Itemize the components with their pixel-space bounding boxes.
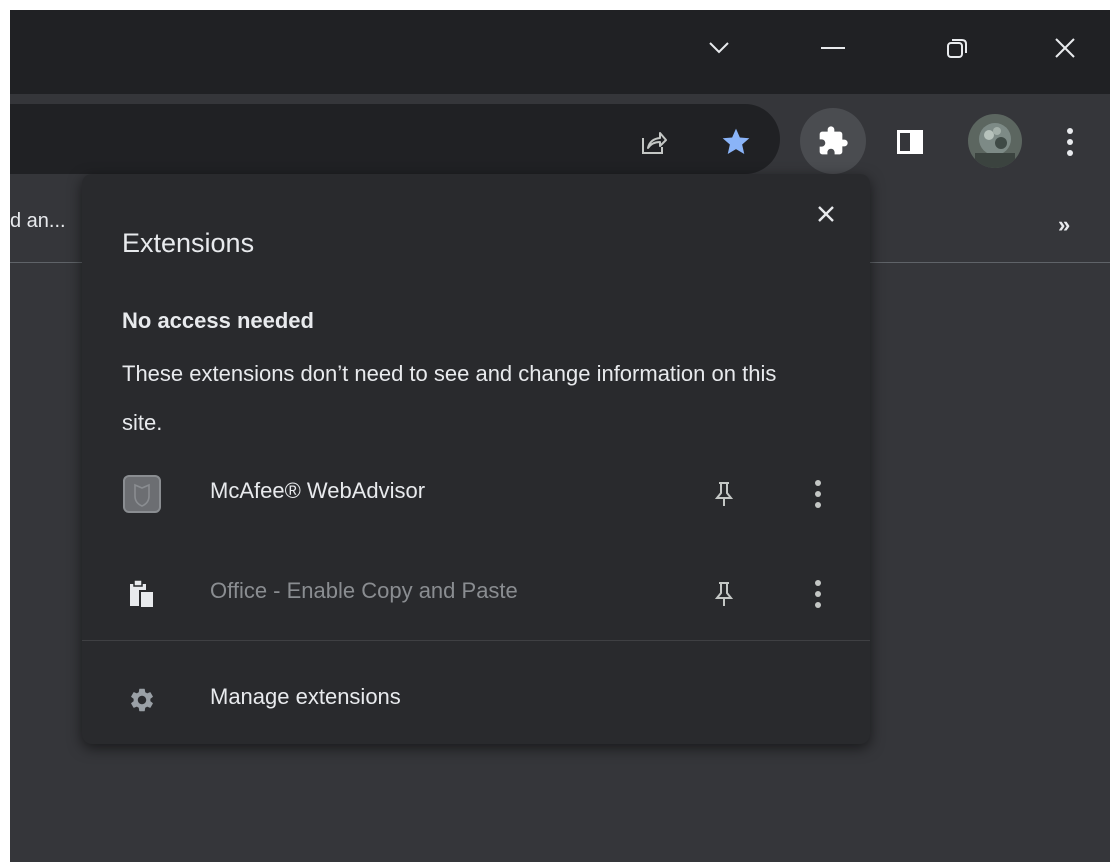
- restore-button[interactable]: [934, 24, 980, 72]
- extension-name: Office - Enable Copy and Paste: [210, 578, 518, 603]
- more-vertical-icon: [815, 480, 821, 508]
- pin-icon: [715, 482, 733, 506]
- extension-name: McAfee® WebAdvisor: [210, 478, 426, 503]
- manage-extensions-label: Manage extensions: [210, 684, 401, 709]
- share-button[interactable]: [634, 122, 674, 162]
- extensions-puzzle-icon: [819, 126, 848, 155]
- extensions-menu: Extensions No access needed These extens…: [82, 174, 870, 744]
- clipboard-paste-icon: [120, 572, 164, 616]
- extension-item-mcafee[interactable]: McAfee® WebAdvisor: [82, 462, 870, 522]
- mcafee-shield-icon: [120, 472, 164, 516]
- pin-icon: [715, 582, 733, 606]
- more-vertical-icon: [815, 580, 821, 608]
- browser-menu-button[interactable]: [1050, 122, 1090, 162]
- gear-icon: [120, 678, 164, 722]
- side-panel-button[interactable]: [890, 122, 930, 162]
- bookmark-item[interactable]: d an...: [10, 210, 66, 233]
- extensions-button[interactable]: [800, 108, 866, 174]
- bookmark-star-icon: [722, 128, 750, 154]
- toolbar: [10, 94, 1110, 186]
- close-window-button[interactable]: [1042, 24, 1088, 72]
- profile-avatar: [968, 114, 1022, 168]
- profile-button[interactable]: [966, 112, 1024, 170]
- pin-extension-button[interactable]: [704, 574, 744, 614]
- close-icon: [818, 206, 834, 222]
- share-icon: [642, 132, 667, 154]
- more-vertical-icon: [1067, 128, 1073, 156]
- pin-extension-button[interactable]: [704, 474, 744, 514]
- minimize-icon: [821, 47, 845, 49]
- extension-more-button[interactable]: [798, 574, 838, 614]
- close-icon: [1055, 38, 1075, 58]
- restore-icon: [947, 39, 967, 58]
- menu-title: Extensions: [122, 228, 255, 258]
- manage-extensions-item[interactable]: Manage extensions: [82, 668, 870, 728]
- close-extensions-menu-button[interactable]: [808, 196, 844, 232]
- title-bar: [10, 10, 1110, 94]
- tab-search-button[interactable]: [696, 24, 742, 72]
- side-panel-icon: [897, 130, 923, 154]
- minimize-button[interactable]: [810, 24, 856, 72]
- bookmarks-overflow-button[interactable]: »: [1058, 212, 1070, 238]
- browser-window: d an... » Extensions No access needed Th…: [10, 10, 1110, 862]
- chevron-down-icon: [709, 42, 729, 54]
- section-description: These extensions don’t need to see and c…: [122, 361, 777, 435]
- extension-item-office[interactable]: Office - Enable Copy and Paste: [82, 562, 870, 622]
- section-heading: No access needed: [122, 308, 314, 333]
- menu-divider: [82, 640, 870, 641]
- extension-more-button[interactable]: [798, 474, 838, 514]
- bookmark-button[interactable]: [716, 122, 756, 162]
